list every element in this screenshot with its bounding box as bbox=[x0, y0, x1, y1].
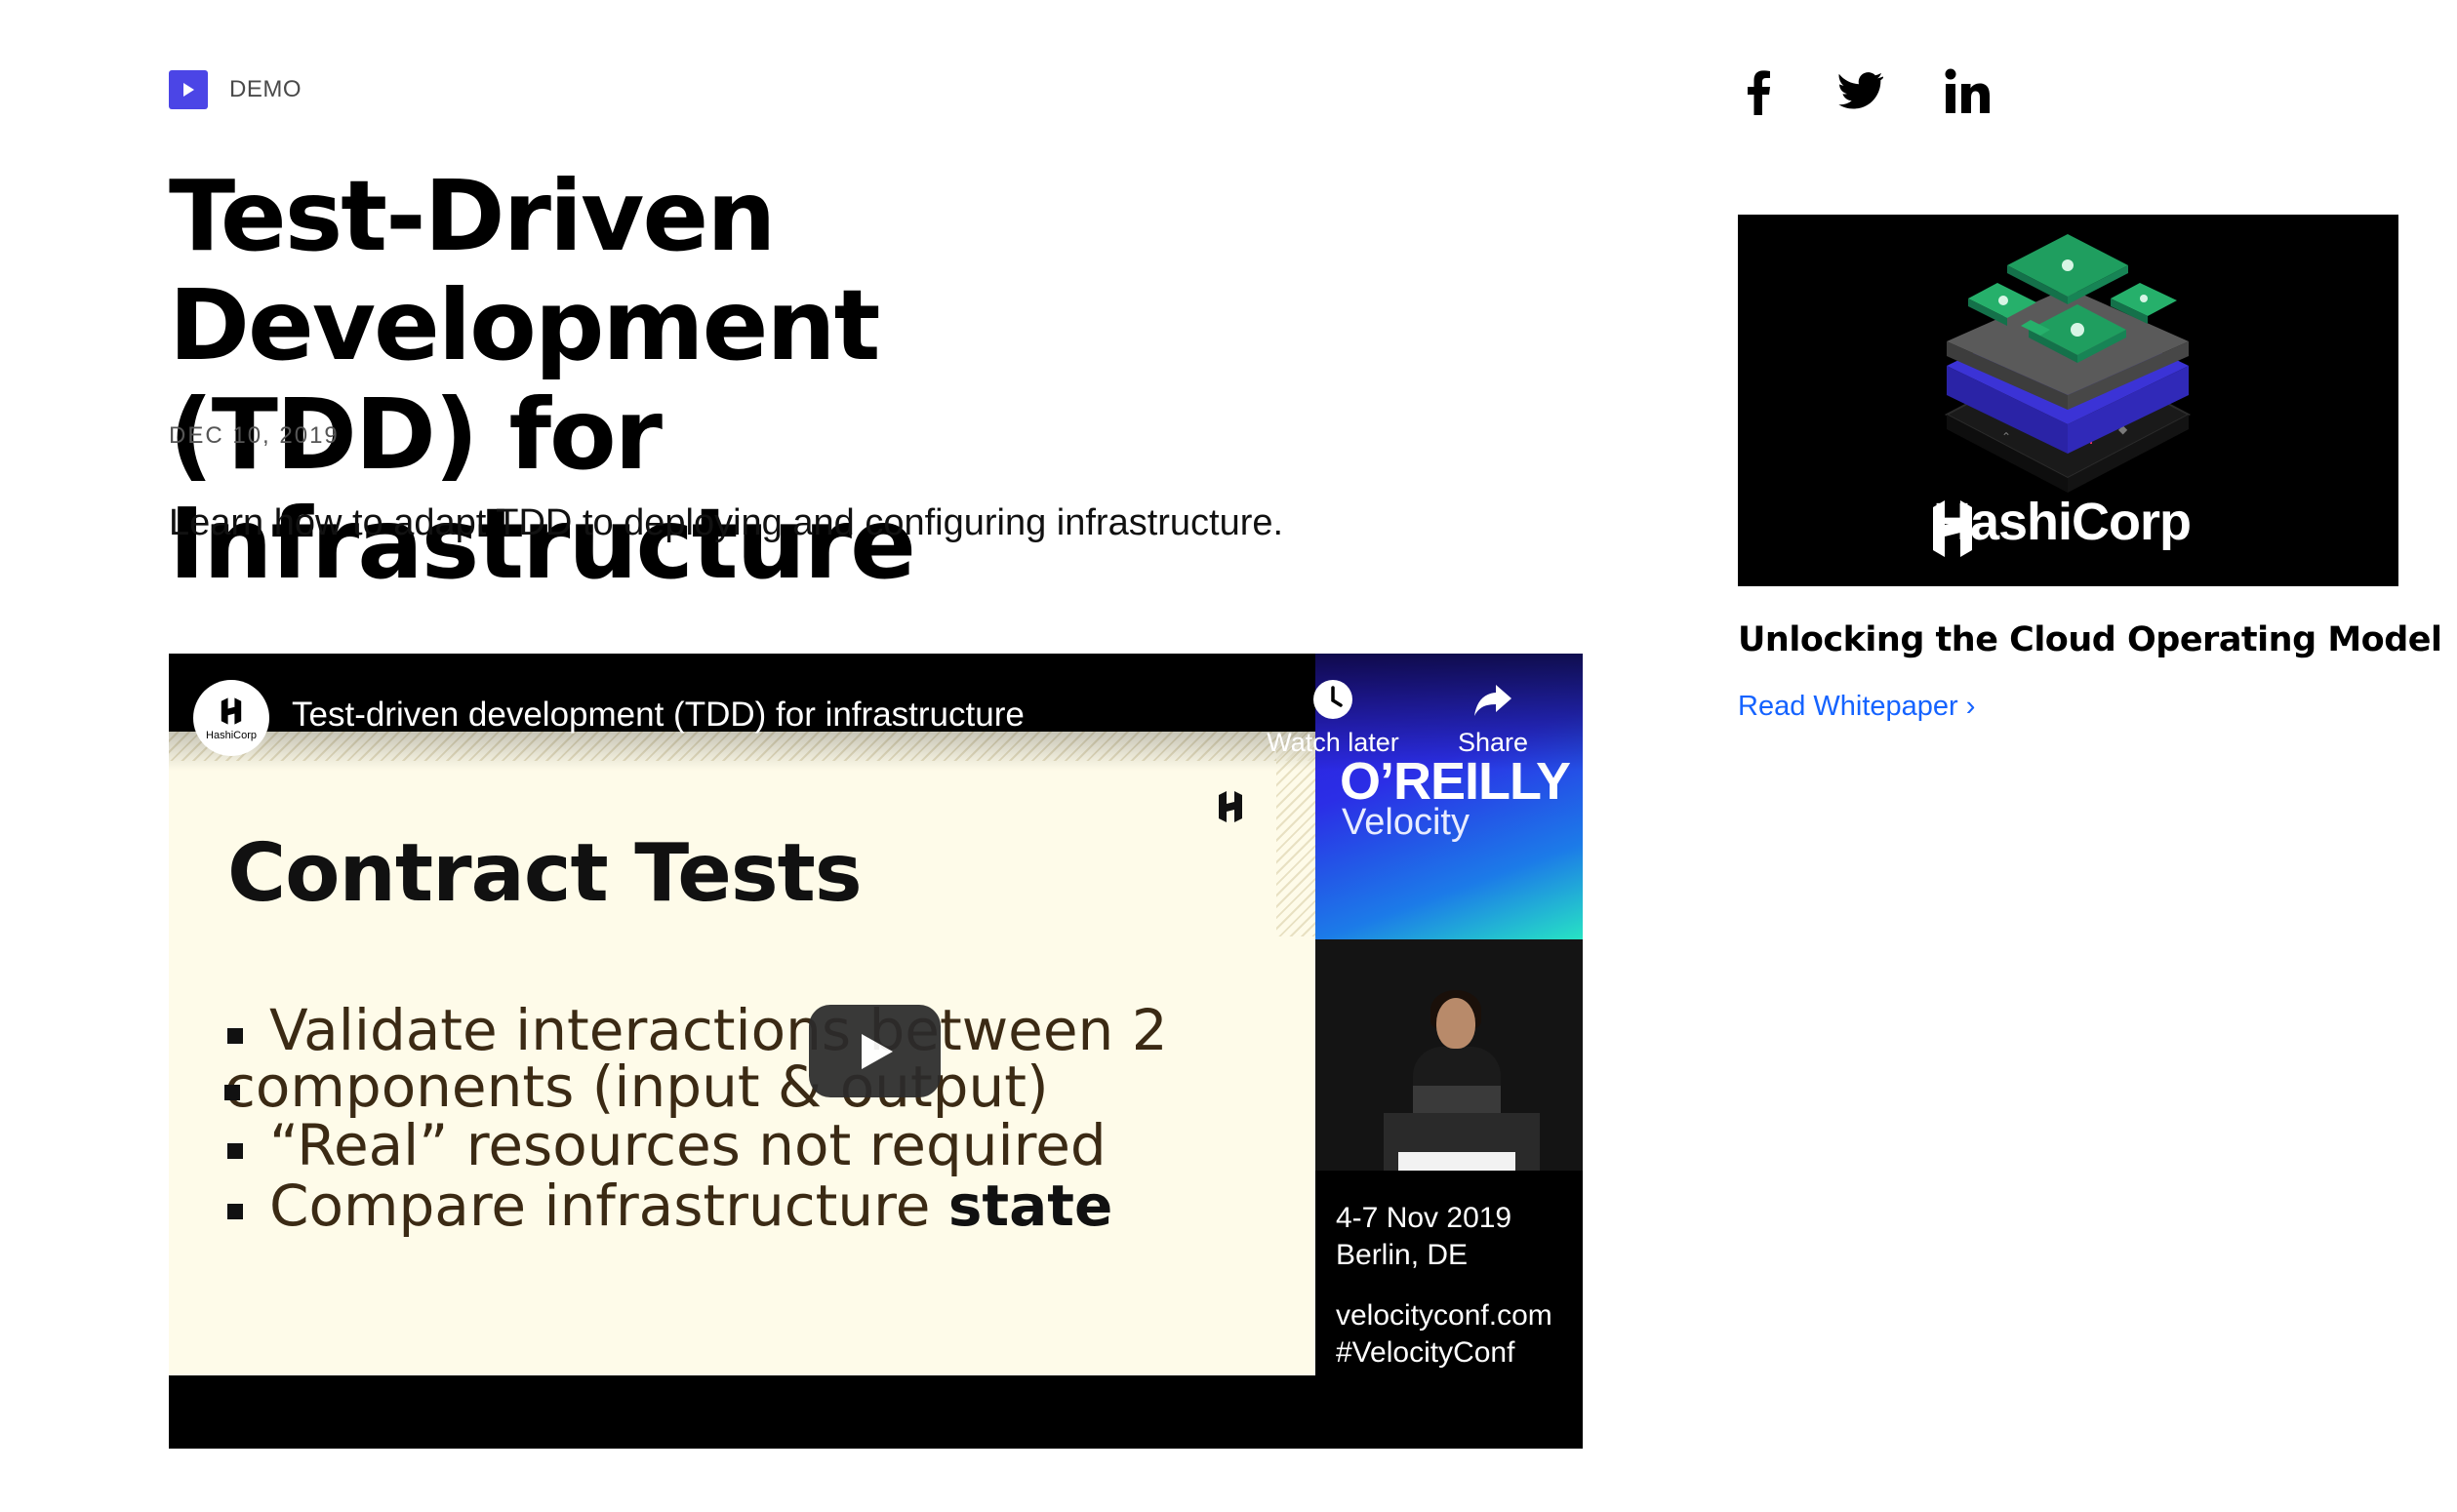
promo-title[interactable]: Unlocking the Cloud Operating Model bbox=[1738, 620, 2442, 659]
play-icon bbox=[861, 1033, 893, 1069]
facebook-share-button[interactable] bbox=[1732, 64, 1787, 119]
slide-bullet-3: Compare infrastructure state bbox=[227, 1173, 1112, 1239]
hashicorp-slide-logo-icon bbox=[1219, 791, 1242, 822]
event-url: velocityconf.com bbox=[1336, 1299, 1552, 1332]
event-location: Berlin, DE bbox=[1336, 1239, 1469, 1271]
event-dates: 4-7 Nov 2019 bbox=[1336, 1202, 1512, 1234]
slide-bullet-3-text: Compare infrastructure bbox=[269, 1173, 948, 1239]
share-button[interactable]: Share bbox=[1425, 677, 1561, 758]
publish-date: DEC 10, 2019 bbox=[169, 422, 340, 449]
twitter-icon bbox=[1838, 72, 1884, 109]
channel-avatar[interactable]: HashiCorp bbox=[193, 680, 269, 756]
facebook-icon bbox=[1748, 70, 1770, 115]
podium-screen bbox=[1398, 1152, 1515, 1171]
slide-bullet-3-bold: state bbox=[947, 1173, 1113, 1239]
watch-later-button[interactable]: Watch later bbox=[1265, 677, 1401, 758]
velocity-label: Velocity bbox=[1342, 802, 1470, 843]
video-player[interactable]: Contract Tests Validate interactions bet… bbox=[169, 654, 1583, 1449]
badge-label: DEMO bbox=[229, 76, 302, 102]
play-button[interactable] bbox=[809, 1005, 941, 1097]
share-icon bbox=[1474, 685, 1511, 716]
hashicorp-logo-icon bbox=[221, 697, 242, 725]
twitter-share-button[interactable] bbox=[1834, 64, 1889, 119]
event-hashtag: #VelocityConf bbox=[1336, 1336, 1515, 1369]
speaker-camera bbox=[1315, 939, 1583, 1171]
video-title[interactable]: Test-driven development (TDD) for infras… bbox=[292, 696, 1025, 735]
content-type-badge: DEMO bbox=[169, 70, 302, 109]
video-slide-frame: Contract Tests Validate interactions bet… bbox=[169, 732, 1315, 1375]
slide-title: Contract Tests bbox=[227, 827, 863, 920]
title-line-1: Test-Driven Development bbox=[169, 159, 880, 382]
svg-text:⌃: ⌃ bbox=[2001, 430, 2011, 444]
clock-icon bbox=[1313, 680, 1352, 719]
channel-name: HashiCorp bbox=[206, 730, 257, 741]
read-whitepaper-link[interactable]: Read Whitepaper › bbox=[1738, 691, 1975, 723]
slide-bullet-2-text: “Real” resources not required bbox=[269, 1112, 1107, 1178]
title-line-2: (TDD) for Infrastructure bbox=[169, 378, 916, 601]
watch-later-label: Watch later bbox=[1267, 728, 1399, 757]
article-description: Learn how to adapt TDD to deploying and … bbox=[169, 502, 1284, 543]
linkedin-icon bbox=[1945, 68, 1990, 113]
speaker-head bbox=[1436, 998, 1475, 1049]
slide-bullet-2: “Real” resources not required bbox=[227, 1112, 1107, 1178]
share-label: Share bbox=[1457, 728, 1529, 757]
hashicorp-wordmark: HashiCorp bbox=[1933, 493, 2192, 551]
whitepaper-thumbnail[interactable]: ⌃ ◆ HashiCorp bbox=[1738, 215, 2398, 586]
play-icon bbox=[169, 70, 208, 109]
linkedin-share-button[interactable] bbox=[1940, 64, 1994, 119]
